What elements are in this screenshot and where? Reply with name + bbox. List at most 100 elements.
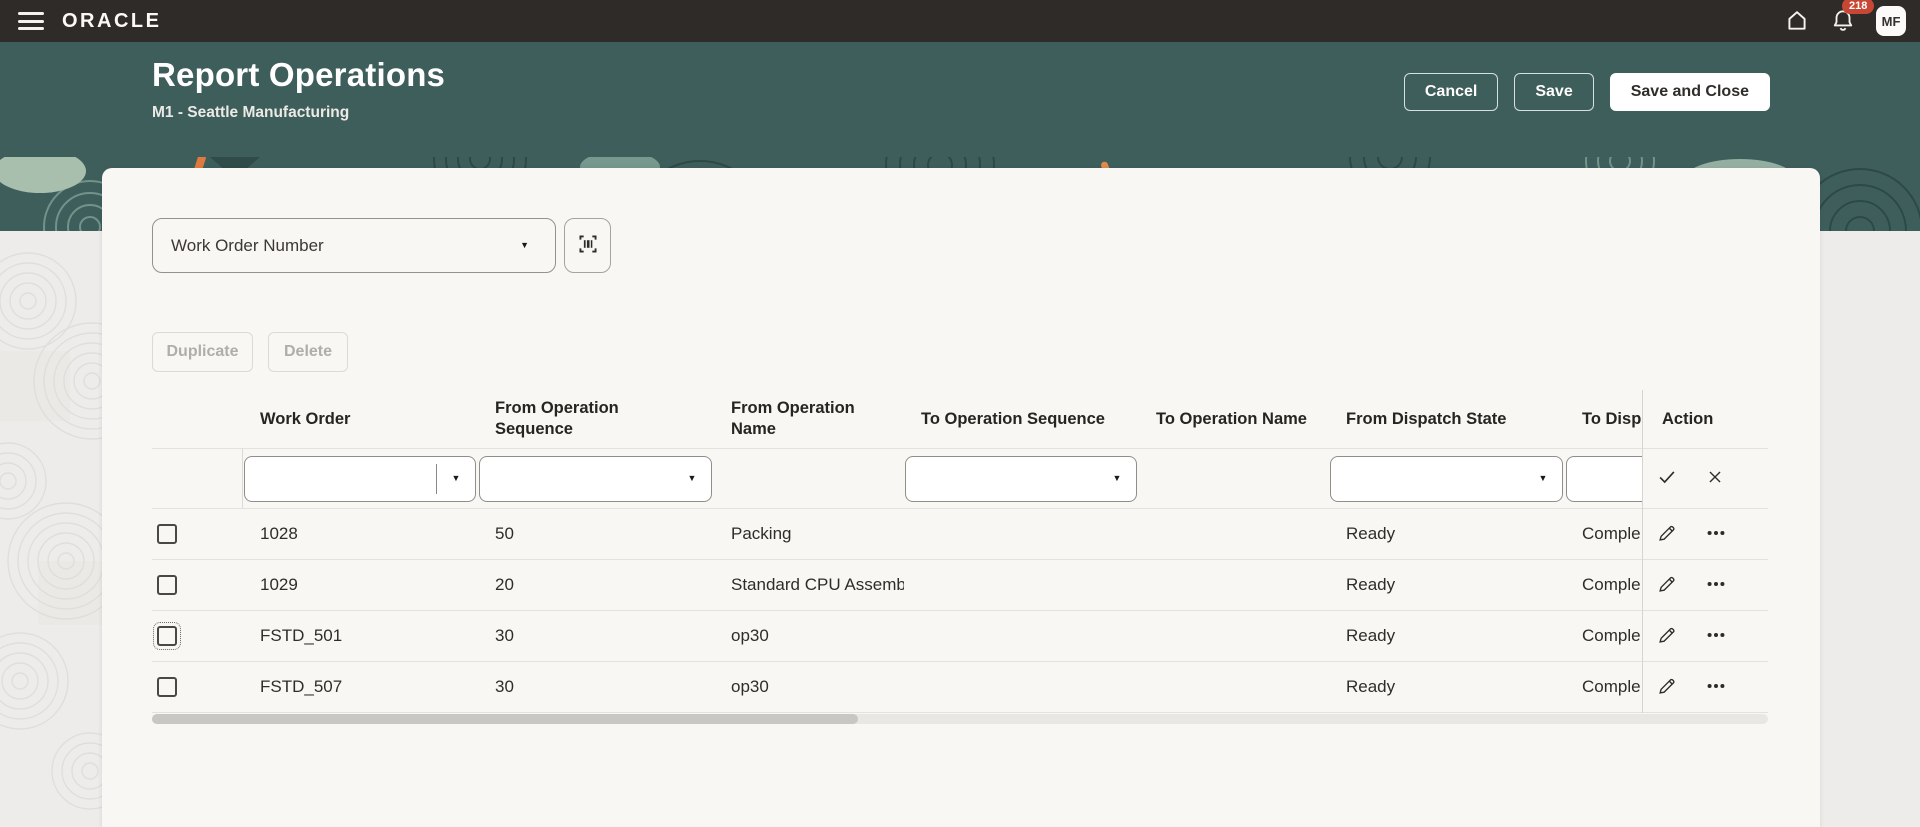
- table-row: FSTD_507 30 op30 Ready Comple: [152, 662, 1768, 713]
- row-menu-button[interactable]: [1704, 573, 1728, 598]
- scrollbar-thumb[interactable]: [152, 714, 858, 724]
- cell-from-op-seq: 30: [495, 626, 514, 645]
- edit-row-button[interactable]: [1656, 573, 1678, 598]
- close-icon: [1704, 466, 1726, 491]
- cell-to-op-seq: [904, 560, 1139, 610]
- edit-row-button[interactable]: [1656, 624, 1678, 649]
- table-header-row: Work Order From Operation Sequence From …: [152, 390, 1768, 448]
- report-operations-page: ORACLE 218 MF Report Operations M1 - Sea…: [0, 0, 1920, 827]
- cell-work-order: 1028: [260, 524, 298, 543]
- cell-to-dispatch: Comple: [1582, 524, 1641, 543]
- header-actions: Cancel Save Save and Close: [1403, 73, 1770, 111]
- cell-to-dispatch: Comple: [1582, 677, 1641, 696]
- ellipsis-icon: [1704, 522, 1728, 547]
- header-from-dispatch-state: From Dispatch State: [1346, 409, 1507, 428]
- header-from-op-name: From Operation Name: [731, 399, 855, 438]
- cell-to-dispatch: Comple: [1582, 626, 1641, 645]
- topbar-right-group: 218 MF: [1784, 0, 1906, 42]
- cell-to-op-seq: [904, 611, 1139, 661]
- table-row: FSTD_501 30 op30 Ready Comple: [152, 611, 1768, 662]
- barcode-scan-icon: [575, 231, 601, 260]
- home-icon: [1784, 7, 1810, 36]
- chevron-down-icon: ▼: [1112, 473, 1122, 483]
- check-icon: [1656, 466, 1678, 491]
- work-order-number-label: Work Order Number: [171, 235, 324, 255]
- header-action: Action: [1662, 409, 1714, 428]
- save-and-close-button[interactable]: Save and Close: [1609, 73, 1770, 111]
- horizontal-scrollbar[interactable]: [152, 714, 1768, 724]
- home-button[interactable]: [1784, 7, 1810, 36]
- notifications-button[interactable]: 218: [1830, 0, 1875, 36]
- header-from-op-seq: From Operation Sequence: [495, 399, 619, 438]
- from-op-seq-filter-dropdown[interactable]: ▼: [479, 455, 712, 502]
- user-avatar[interactable]: MF: [1876, 6, 1906, 36]
- confirm-row-button[interactable]: [1656, 466, 1678, 491]
- hamburger-menu-icon[interactable]: [18, 12, 44, 30]
- cell-from-op-seq: 20: [495, 575, 514, 594]
- header-to-dispatch-state: To Disp: [1582, 409, 1642, 428]
- pencil-icon: [1656, 675, 1678, 700]
- barcode-scan-button[interactable]: [564, 218, 611, 273]
- cell-from-op-seq: 50: [495, 524, 514, 543]
- ellipsis-icon: [1704, 573, 1728, 598]
- row-menu-button[interactable]: [1704, 624, 1728, 649]
- cell-to-op-name: [1139, 611, 1329, 661]
- cell-work-order: FSTD_507: [260, 677, 343, 696]
- cell-to-dispatch: Comple: [1582, 575, 1641, 594]
- work-order-number-combobox[interactable]: Work Order Number ▼: [152, 218, 556, 273]
- pencil-icon: [1656, 573, 1678, 598]
- delete-button[interactable]: Delete: [268, 332, 348, 372]
- page-title: Report Operations: [152, 56, 446, 93]
- row-menu-button[interactable]: [1704, 675, 1728, 700]
- pinned-column-divider: [1642, 390, 1643, 713]
- save-button[interactable]: Save: [1514, 73, 1594, 111]
- cell-work-order: 1029: [260, 575, 298, 594]
- content-card: Work Order Number ▼ Duplicate Delete Wor…: [102, 168, 1820, 827]
- cell-from-op-name: Standard CPU Assemb: [731, 575, 904, 594]
- cell-from-dispatch: Ready: [1346, 524, 1396, 543]
- operations-table: Work Order From Operation Sequence From …: [152, 390, 1768, 740]
- row-checkbox[interactable]: [153, 622, 181, 650]
- from-dispatch-filter-dropdown[interactable]: ▼: [1330, 455, 1563, 502]
- row-checkbox[interactable]: [157, 524, 177, 544]
- duplicate-button[interactable]: Duplicate: [152, 332, 253, 372]
- edit-row-button[interactable]: [1656, 675, 1678, 700]
- table-filter-row: ▼ ▼ ▼ ▼: [152, 448, 1768, 509]
- top-app-bar: ORACLE 218 MF: [0, 0, 1920, 42]
- cancel-row-button[interactable]: [1704, 466, 1726, 491]
- cell-to-op-name: [1139, 662, 1329, 712]
- cell-from-dispatch: Ready: [1346, 626, 1396, 645]
- table-row: 1029 20 Standard CPU Assemb Ready Comple: [152, 560, 1768, 611]
- chevron-down-icon: ▼: [1538, 473, 1548, 483]
- to-dispatch-filter-dropdown[interactable]: [1566, 455, 1642, 502]
- cell-to-op-seq: [904, 662, 1139, 712]
- header-to-op-seq: To Operation Sequence: [921, 409, 1105, 428]
- edit-row-button[interactable]: [1656, 522, 1678, 547]
- table-row: 1028 50 Packing Ready Comple: [152, 509, 1768, 560]
- header-select: [152, 390, 243, 448]
- row-checkbox[interactable]: [157, 575, 177, 595]
- cell-to-op-name: [1139, 509, 1329, 559]
- cell-from-op-name: Packing: [731, 524, 792, 543]
- page-subtitle: M1 - Seattle Manufacturing: [152, 104, 350, 121]
- chevron-down-icon: ▼: [451, 473, 461, 483]
- cell-from-dispatch: Ready: [1346, 677, 1396, 696]
- cell-to-op-name: [1139, 560, 1329, 610]
- cancel-button[interactable]: Cancel: [1403, 73, 1499, 111]
- cell-from-op-seq: 30: [495, 677, 514, 696]
- cell-work-order: FSTD_501: [260, 626, 343, 645]
- cell-to-op-seq: [904, 509, 1139, 559]
- cell-from-op-name: op30: [731, 626, 769, 645]
- cell-from-dispatch: Ready: [1346, 575, 1396, 594]
- chevron-down-icon: ▼: [520, 240, 529, 250]
- pencil-icon: [1656, 624, 1678, 649]
- ellipsis-icon: [1704, 675, 1728, 700]
- row-checkbox[interactable]: [157, 677, 177, 697]
- to-op-seq-filter-dropdown[interactable]: ▼: [905, 455, 1137, 502]
- ellipsis-icon: [1704, 624, 1728, 649]
- work-order-filter-input[interactable]: ▼: [244, 455, 476, 502]
- notification-count-badge: 218: [1842, 0, 1875, 14]
- row-menu-button[interactable]: [1704, 522, 1728, 547]
- oracle-logo: ORACLE: [62, 9, 162, 32]
- chevron-down-icon: ▼: [687, 473, 697, 483]
